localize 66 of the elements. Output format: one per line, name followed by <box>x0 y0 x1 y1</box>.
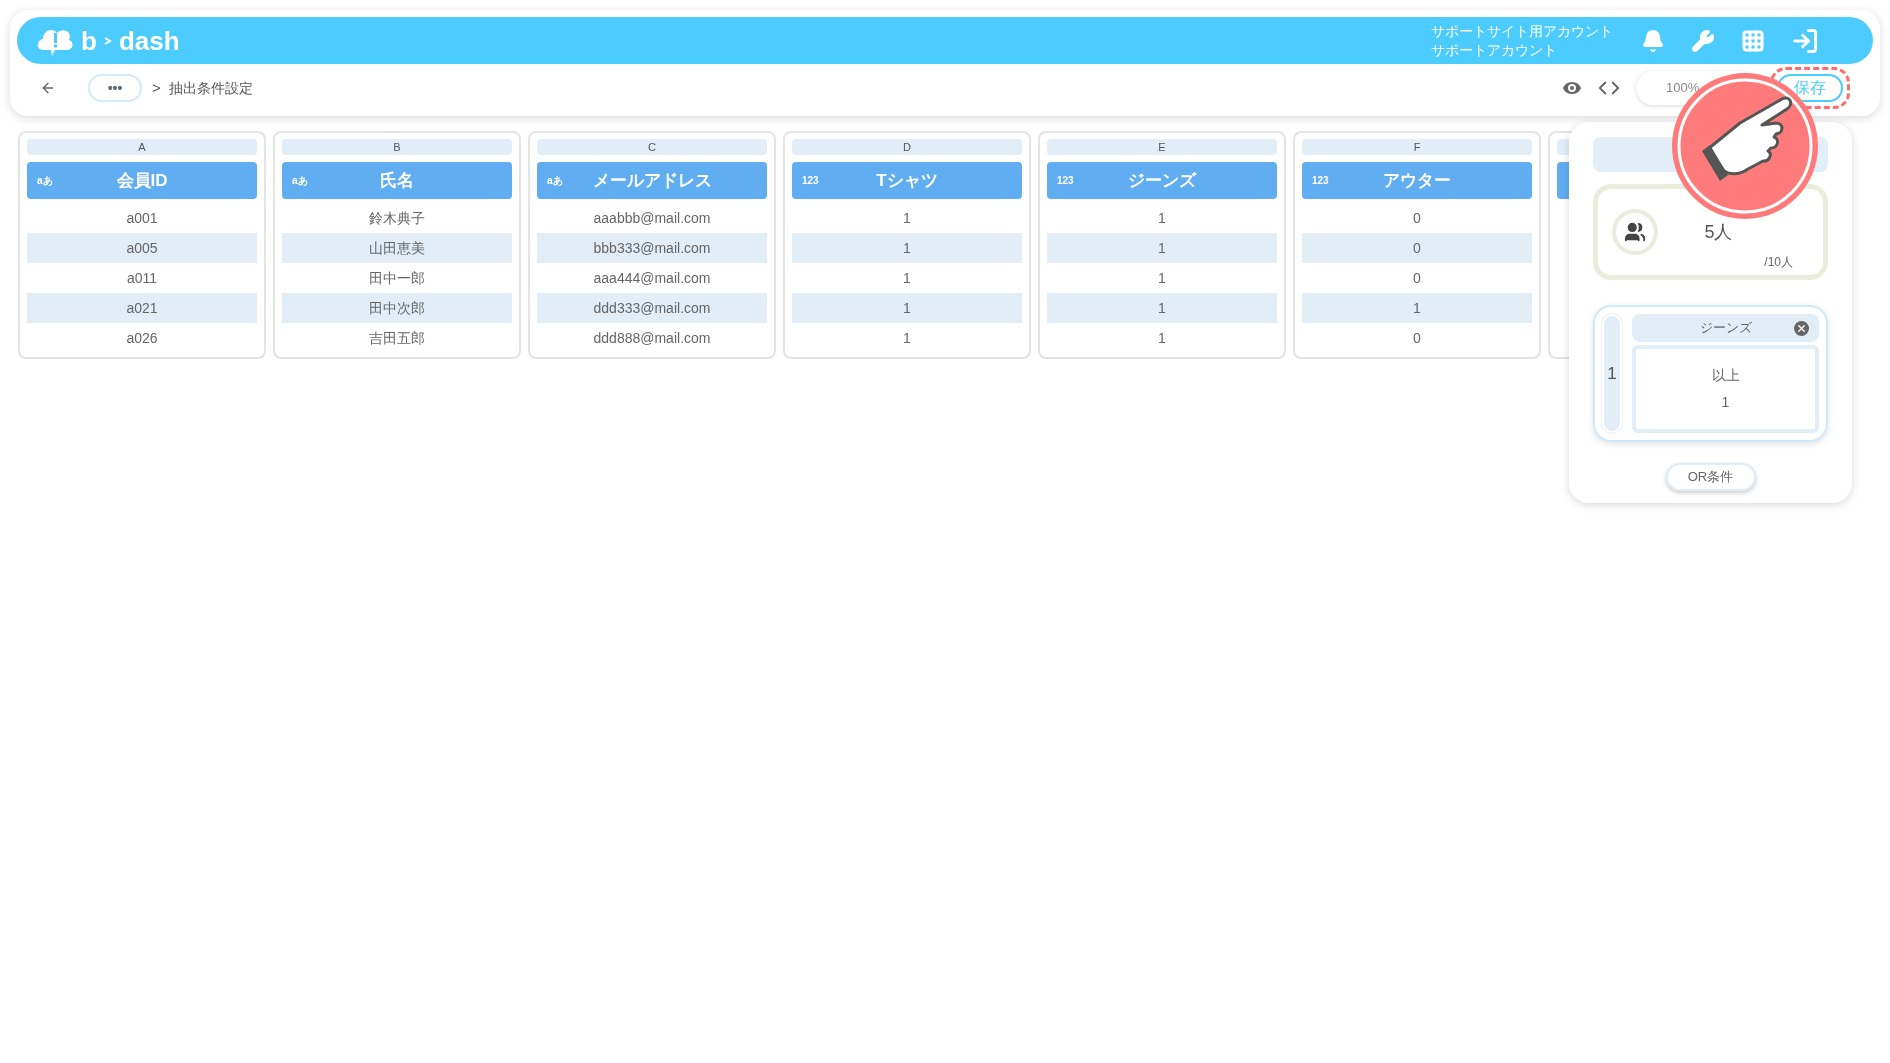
table-cell-text: 1 <box>902 208 912 228</box>
table-cell: a005 <box>27 233 257 263</box>
breadcrumb-current: 抽出条件設定 <box>168 78 253 98</box>
table-cell-text: 1 <box>1157 268 1167 288</box>
table-cell-text: 田中一郎 <box>368 268 426 288</box>
condition-value: 1 <box>1721 393 1730 412</box>
people-icon <box>1624 221 1646 243</box>
count-total: /10人 <box>1764 254 1793 271</box>
type-label: aあ <box>37 174 54 188</box>
condition-value-box[interactable]: 以上 1 <box>1632 345 1819 433</box>
or-condition-button[interactable]: OR条件 <box>1665 463 1756 491</box>
account-name: サポートサイト用アカウント <box>1431 21 1613 41</box>
table-cell-text: 1 <box>902 328 912 348</box>
column-title[interactable]: 123 Tシャツ <box>792 162 1022 199</box>
table-cell-text: 1 <box>902 268 912 288</box>
table-cell-text: a026 <box>125 328 159 348</box>
table-cell-text: ddd888@mail.com <box>592 328 712 348</box>
column-letter: C <box>537 139 767 155</box>
table-cell: 1 <box>792 233 1022 263</box>
account-name: サポートアカウント <box>1431 40 1558 60</box>
table-cell: 1 <box>1302 293 1532 323</box>
logo-text: dash <box>118 27 180 54</box>
type-label: 123 <box>802 174 820 188</box>
column-title[interactable]: aあ メールアドレス <box>537 162 767 199</box>
table-cell-text: a001 <box>125 208 159 228</box>
field-name: ジーンズ <box>1699 319 1752 338</box>
column-letter: A <box>27 139 257 155</box>
close-icon[interactable] <box>1794 320 1809 336</box>
type-label: aあ <box>547 174 564 188</box>
table-cell: bbb333@mail.com <box>537 233 767 263</box>
column-title[interactable]: 123 アウター <box>1302 162 1532 199</box>
table-cell: 田中次郎 <box>282 293 512 323</box>
column-letter: D <box>792 139 1022 155</box>
table-cell-text: aaa444@mail.com <box>592 268 712 288</box>
table-cell-text: aaabbb@mail.com <box>592 208 712 228</box>
table-cell-text: 1 <box>1157 328 1167 348</box>
column-title[interactable]: 123 ジーンズ <box>1047 162 1277 199</box>
column-title[interactable]: aあ 氏名 <box>282 162 512 199</box>
table-cell: 0 <box>1302 233 1532 263</box>
column-letter: E <box>1047 139 1277 155</box>
count-value: 5人 <box>1703 220 1734 244</box>
column-letter: F <box>1302 139 1532 155</box>
table-cell: a021 <box>27 293 257 323</box>
table-cell: 1 <box>792 293 1022 323</box>
column-title[interactable]: aあ 会員ID <box>27 162 257 199</box>
table-cell-text: 吉田五郎 <box>368 328 426 348</box>
table-cell-text: a011 <box>125 268 159 288</box>
type-label: aあ <box>292 174 309 188</box>
table-cell: 山田恵美 <box>282 233 512 263</box>
group-number: 1 <box>1602 314 1622 433</box>
table-cell-text: 0 <box>1412 328 1422 348</box>
condition-operator: 以上 <box>1711 366 1740 385</box>
table-cell-text: 0 <box>1412 268 1422 288</box>
type-label: 123 <box>1057 174 1075 188</box>
table-cell-text: 鈴木典子 <box>368 208 426 228</box>
breadcrumb-more-button[interactable]: ••• <box>88 74 142 102</box>
type-label: 123 <box>1312 174 1330 188</box>
logo-text: b <box>81 27 97 54</box>
zoom-field[interactable]: 100% <box>1636 71 1756 105</box>
column-letter: B <box>282 139 512 155</box>
table-cell: ddd333@mail.com <box>537 293 767 323</box>
table-cell-text: 1 <box>1157 208 1167 228</box>
table-cell: 1 <box>1047 293 1277 323</box>
table-cell-text: 0 <box>1412 208 1422 228</box>
table-cell: 1 <box>1047 233 1277 263</box>
breadcrumb-separator: > <box>152 77 161 98</box>
